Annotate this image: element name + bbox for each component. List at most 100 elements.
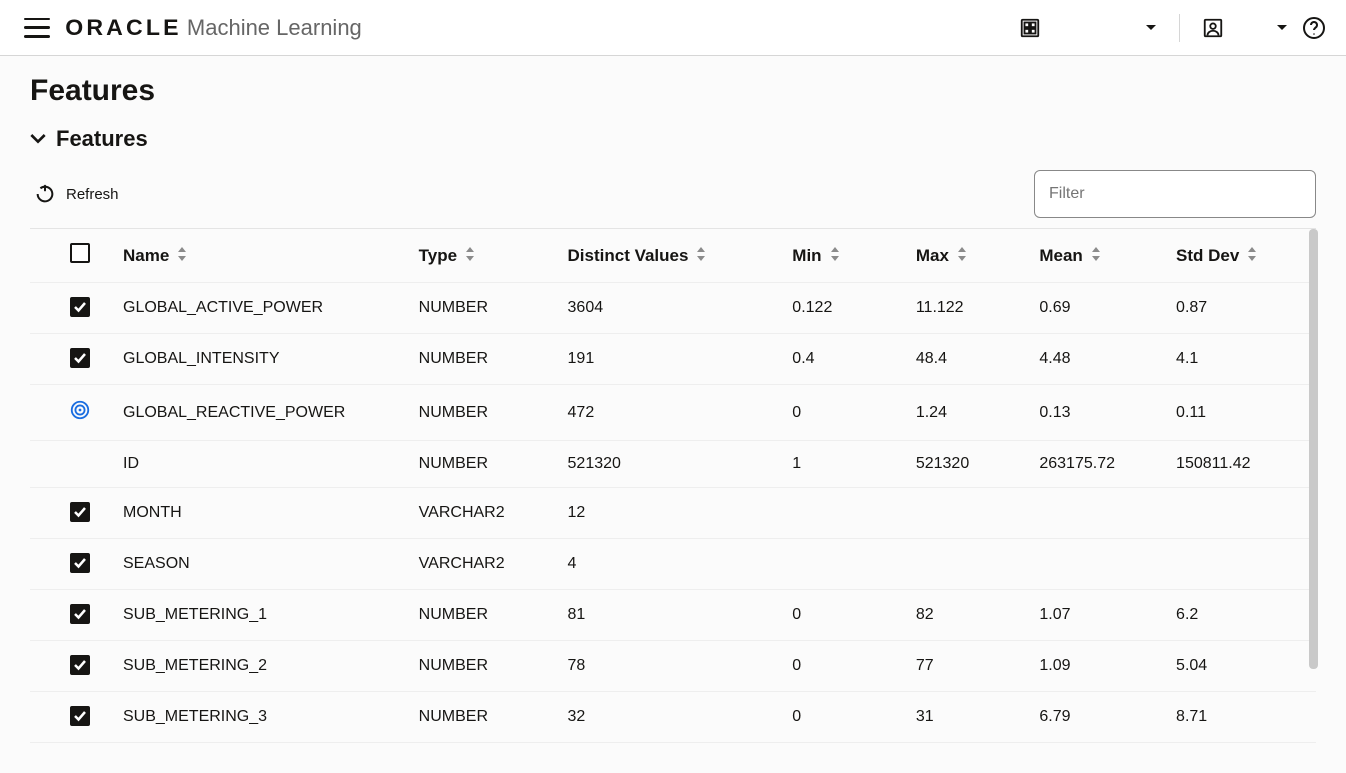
cell-mean: 6.79 bbox=[1027, 692, 1164, 743]
cell-min: 0 bbox=[780, 590, 904, 641]
cell-type: NUMBER bbox=[407, 692, 556, 743]
cell-mean: 263175.72 bbox=[1027, 441, 1164, 488]
cell-min: 0 bbox=[780, 692, 904, 743]
row-checkbox[interactable] bbox=[70, 502, 90, 522]
row-checkbox[interactable] bbox=[70, 297, 90, 317]
cell-name: GLOBAL_REACTIVE_POWER bbox=[111, 385, 407, 441]
cell-max: 31 bbox=[904, 692, 1028, 743]
table-header-row: Name Type Distinct Values Min Max Mean S… bbox=[30, 229, 1316, 283]
refresh-icon bbox=[34, 183, 56, 205]
row-checkbox[interactable] bbox=[70, 553, 90, 573]
cell-name: GLOBAL_INTENSITY bbox=[111, 334, 407, 385]
brand: ORACLE Machine Learning bbox=[68, 15, 362, 41]
chevron-down-icon bbox=[1276, 22, 1288, 34]
cell-mean: 4.48 bbox=[1027, 334, 1164, 385]
cell-name: GLOBAL_ACTIVE_POWER bbox=[111, 283, 407, 334]
section-toggle[interactable]: Features bbox=[30, 126, 1316, 152]
cell-min bbox=[780, 488, 904, 539]
col-header-min[interactable]: Min bbox=[780, 229, 904, 283]
cell-mean: 0.13 bbox=[1027, 385, 1164, 441]
target-icon bbox=[69, 399, 91, 421]
table-row[interactable]: MONTHVARCHAR212 bbox=[30, 488, 1316, 539]
row-checkbox[interactable] bbox=[70, 348, 90, 368]
cell-name: ID bbox=[111, 441, 407, 488]
cell-std: 6.2 bbox=[1164, 590, 1316, 641]
sort-icon[interactable] bbox=[830, 246, 840, 265]
cell-std: 5.04 bbox=[1164, 641, 1316, 692]
project-selector[interactable] bbox=[1019, 17, 1157, 39]
cell-distinct: 32 bbox=[556, 692, 781, 743]
user-menu[interactable] bbox=[1202, 17, 1288, 39]
cell-name: SUB_METERING_3 bbox=[111, 692, 407, 743]
table-row[interactable]: SUB_METERING_3NUMBER320316.798.71 bbox=[30, 692, 1316, 743]
table-row[interactable]: GLOBAL_INTENSITYNUMBER1910.448.44.484.1 bbox=[30, 334, 1316, 385]
cell-mean bbox=[1027, 539, 1164, 590]
select-all-checkbox[interactable] bbox=[70, 243, 90, 263]
refresh-label: Refresh bbox=[66, 186, 119, 203]
menu-icon[interactable] bbox=[24, 18, 50, 38]
cell-max bbox=[904, 539, 1028, 590]
sort-icon[interactable] bbox=[696, 246, 706, 265]
cell-type: NUMBER bbox=[407, 641, 556, 692]
cell-mean: 0.69 bbox=[1027, 283, 1164, 334]
cell-name: SUB_METERING_1 bbox=[111, 590, 407, 641]
cell-mean bbox=[1027, 488, 1164, 539]
help-button[interactable] bbox=[1302, 16, 1326, 40]
cell-type: VARCHAR2 bbox=[407, 539, 556, 590]
cell-std: 4.1 bbox=[1164, 334, 1316, 385]
cell-mean: 1.09 bbox=[1027, 641, 1164, 692]
scrollbar-thumb[interactable] bbox=[1309, 229, 1318, 669]
sort-icon[interactable] bbox=[957, 246, 967, 265]
top-bar: ORACLE Machine Learning bbox=[0, 0, 1346, 56]
cell-name: SEASON bbox=[111, 539, 407, 590]
col-header-std[interactable]: Std Dev bbox=[1164, 229, 1316, 283]
cell-distinct: 3604 bbox=[556, 283, 781, 334]
cell-mean: 1.07 bbox=[1027, 590, 1164, 641]
row-checkbox[interactable] bbox=[70, 655, 90, 675]
cell-max: 11.122 bbox=[904, 283, 1028, 334]
col-header-max[interactable]: Max bbox=[904, 229, 1028, 283]
cell-std: 150811.42 bbox=[1164, 441, 1316, 488]
cell-max bbox=[904, 488, 1028, 539]
sort-icon[interactable] bbox=[1247, 246, 1257, 265]
cell-min: 1 bbox=[780, 441, 904, 488]
col-header-type[interactable]: Type bbox=[407, 229, 556, 283]
table-row[interactable]: GLOBAL_REACTIVE_POWERNUMBER47201.240.130… bbox=[30, 385, 1316, 441]
cell-std: 0.87 bbox=[1164, 283, 1316, 334]
cell-type: VARCHAR2 bbox=[407, 488, 556, 539]
col-header-mean[interactable]: Mean bbox=[1027, 229, 1164, 283]
cell-distinct: 521320 bbox=[556, 441, 781, 488]
cell-name: SUB_METERING_2 bbox=[111, 641, 407, 692]
table-row[interactable]: SEASONVARCHAR24 bbox=[30, 539, 1316, 590]
section-title: Features bbox=[56, 126, 148, 152]
cell-distinct: 81 bbox=[556, 590, 781, 641]
page-title: Features bbox=[30, 74, 1316, 108]
cell-type: NUMBER bbox=[407, 441, 556, 488]
help-icon bbox=[1302, 16, 1326, 40]
sort-icon[interactable] bbox=[1091, 246, 1101, 265]
sort-icon[interactable] bbox=[465, 246, 475, 265]
table-row[interactable]: IDNUMBER5213201521320263175.72150811.42 bbox=[30, 441, 1316, 488]
cell-min: 0.4 bbox=[780, 334, 904, 385]
cell-min: 0 bbox=[780, 641, 904, 692]
toolbar: Refresh bbox=[30, 170, 1316, 218]
cell-type: NUMBER bbox=[407, 334, 556, 385]
cell-distinct: 4 bbox=[556, 539, 781, 590]
sort-icon[interactable] bbox=[177, 246, 187, 265]
table-row[interactable]: SUB_METERING_2NUMBER780771.095.04 bbox=[30, 641, 1316, 692]
cell-name: MONTH bbox=[111, 488, 407, 539]
cell-std bbox=[1164, 488, 1316, 539]
col-header-name[interactable]: Name bbox=[111, 229, 407, 283]
row-checkbox[interactable] bbox=[70, 604, 90, 624]
row-checkbox[interactable] bbox=[70, 706, 90, 726]
table-row[interactable]: GLOBAL_ACTIVE_POWERNUMBER36040.12211.122… bbox=[30, 283, 1316, 334]
refresh-button[interactable]: Refresh bbox=[30, 177, 123, 211]
cell-min: 0.122 bbox=[780, 283, 904, 334]
topbar-right bbox=[1019, 14, 1326, 42]
filter-input[interactable] bbox=[1034, 170, 1316, 218]
divider bbox=[1179, 14, 1180, 42]
col-header-distinct[interactable]: Distinct Values bbox=[556, 229, 781, 283]
cell-distinct: 12 bbox=[556, 488, 781, 539]
cell-std: 0.11 bbox=[1164, 385, 1316, 441]
table-row[interactable]: SUB_METERING_1NUMBER810821.076.2 bbox=[30, 590, 1316, 641]
